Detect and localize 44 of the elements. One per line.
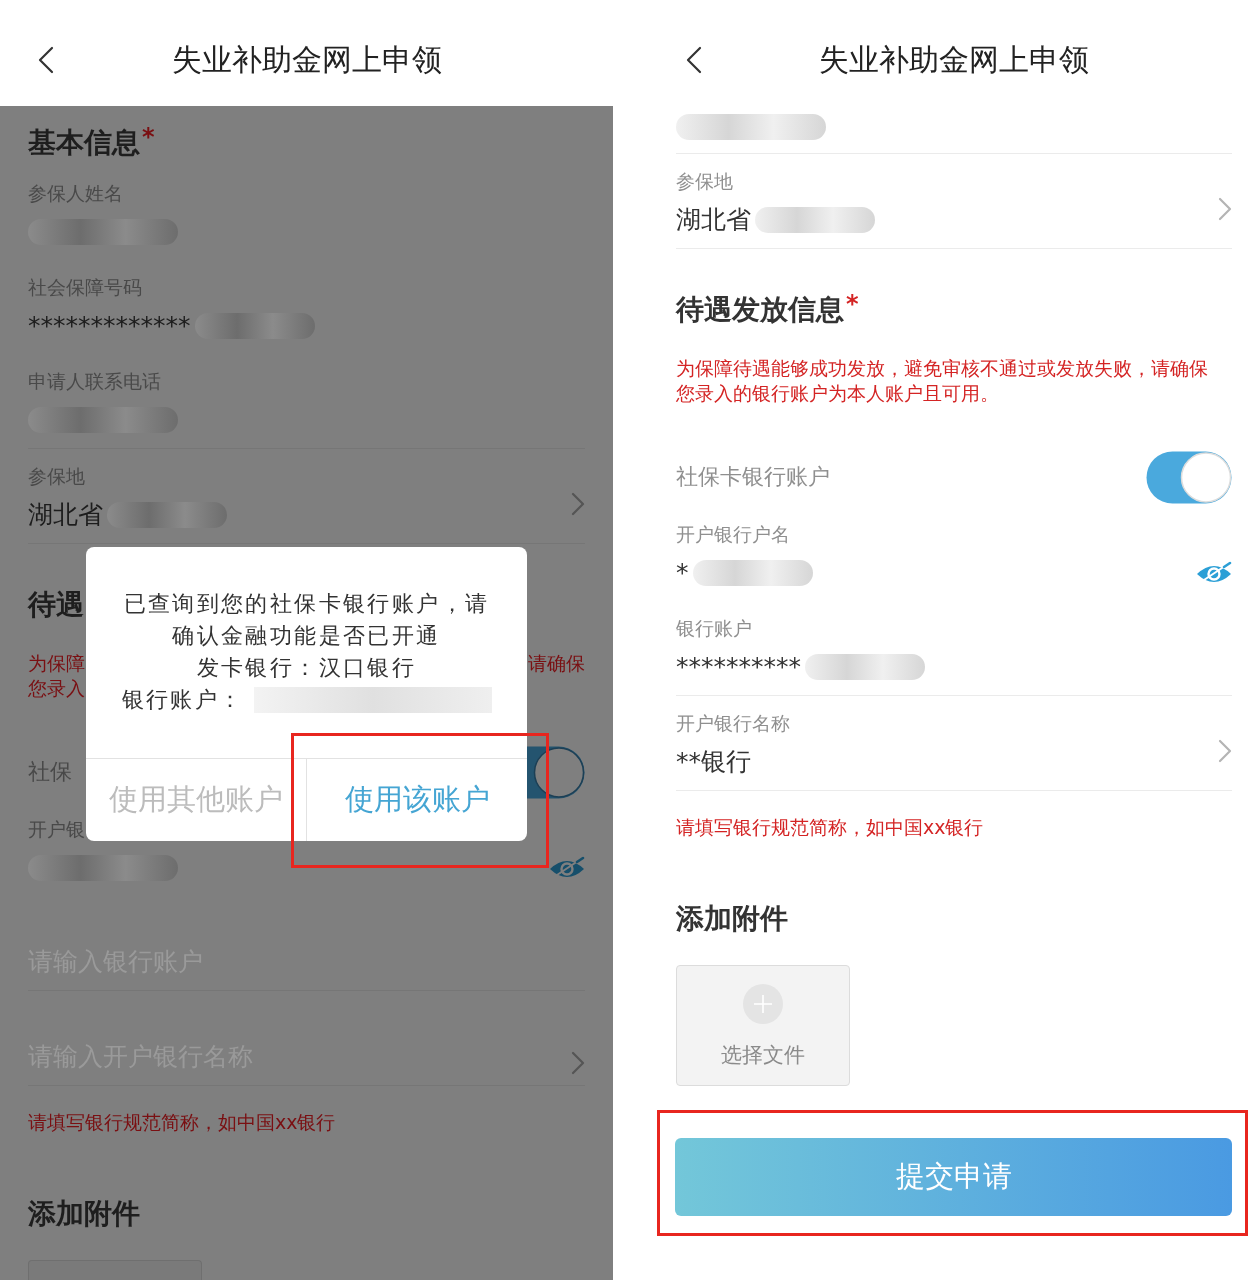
hint-text: 请填写银行规范简称，如中国xx银行: [676, 815, 984, 840]
field-value: 湖北省: [28, 499, 103, 531]
plus-icon: [743, 984, 783, 1024]
screen-title: 失业补助金网上申领: [819, 41, 1089, 79]
back-icon[interactable]: [38, 46, 54, 74]
section-heading: 基本信息: [28, 125, 140, 161]
notice-text: 您录入: [28, 676, 85, 701]
section-heading: 待遇发放信息: [676, 292, 844, 328]
toggle-label: 社保卡银行账户: [676, 463, 830, 491]
hint-text: 请填写银行规范简称，如中国xx银行: [28, 1110, 336, 1135]
notice-text: 为保障待遇能够成功发放，避免审核不通过或发放失败，请确保您录入的银行账户为本人账户且可用。: [676, 356, 1209, 406]
upload-button[interactable]: 选择文件: [676, 965, 850, 1086]
notice-text: 请确保: [528, 651, 585, 676]
primary-button[interactable]: 使用该账户: [306, 759, 527, 841]
field-value: **********: [676, 651, 801, 683]
required-mark: *: [846, 290, 859, 318]
field-label: 参保地: [676, 169, 733, 194]
screen-title: 失业补助金网上申领: [171, 41, 442, 79]
section-heading: 添加附件: [28, 1196, 140, 1232]
chevron-right-icon[interactable]: [571, 1051, 585, 1075]
field-value: *: [676, 557, 689, 589]
back-icon[interactable]: [686, 46, 702, 74]
notice-text: 为保障: [28, 651, 85, 676]
chevron-right-icon[interactable]: [571, 492, 585, 516]
field-label: 银行账户: [676, 616, 752, 641]
account-label: 银行账户：: [121, 686, 244, 714]
section-heading: 待遇: [28, 587, 84, 623]
dialog-message: 已查询到您的社保卡银行账户，请确认金融功能是否已开通: [122, 590, 491, 650]
toggle-switch[interactable]: [1146, 450, 1232, 504]
submit-button[interactable]: 提交申请: [675, 1138, 1232, 1216]
section-heading: 添加附件: [676, 901, 788, 937]
chevron-right-icon[interactable]: [1218, 739, 1232, 763]
issuer-text: 发卡银行：汉口银行: [196, 654, 417, 682]
toggle-switch[interactable]: [527, 745, 585, 799]
field-value: **银行: [676, 746, 751, 778]
field-label: 开户银行名称: [676, 711, 790, 736]
required-mark: *: [142, 123, 155, 151]
eye-slash-icon[interactable]: [1196, 561, 1232, 585]
eye-slash-icon[interactable]: [549, 856, 585, 880]
field-value: *************: [28, 310, 191, 342]
field-label: 开户银行户名: [676, 522, 790, 547]
chevron-right-icon[interactable]: [1218, 197, 1232, 221]
secondary-button[interactable]: 使用其他账户: [86, 759, 306, 841]
field-value: 湖北省: [676, 204, 751, 236]
